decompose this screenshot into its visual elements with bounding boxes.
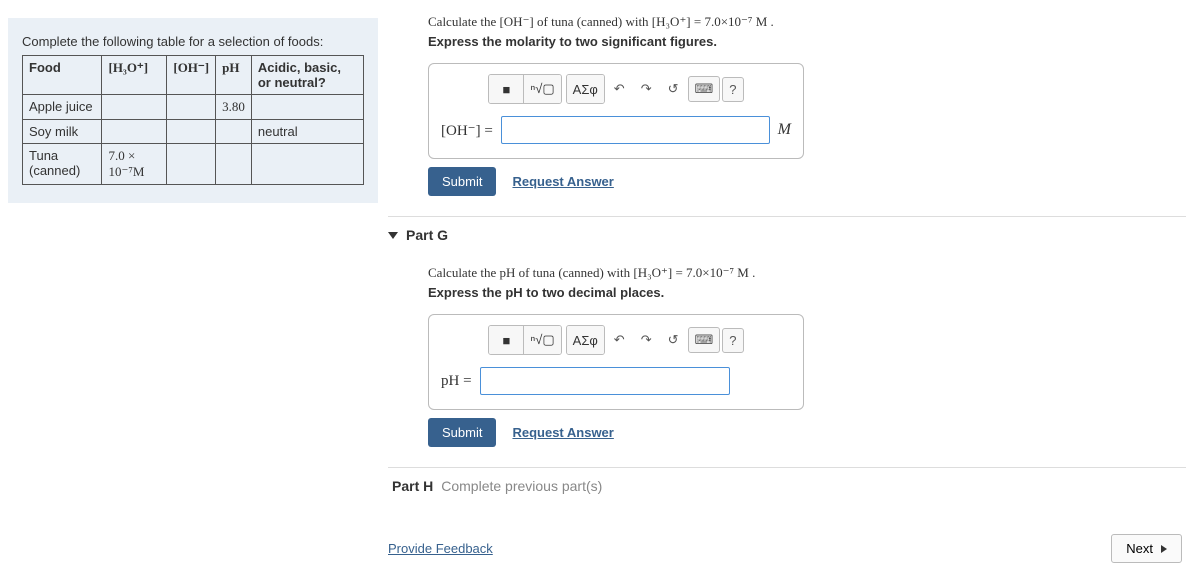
col-food: Food [23, 56, 102, 95]
parth-header: Part H Complete previous part(s) [388, 467, 1186, 504]
partg-answer-box: ■ ⁿ√▢ ΑΣφ ↶ ↷ ↺ ⌨ ? pH = [428, 314, 804, 410]
partg-instruction: Express the pH to two decimal places. [428, 285, 1186, 300]
templates-button[interactable]: ■ [489, 75, 523, 103]
provide-feedback-link[interactable]: Provide Feedback [388, 541, 493, 556]
table-row: Apple juice 3.80 [23, 95, 364, 120]
chevron-down-icon [388, 232, 398, 239]
partf-answer-box: ■ ⁿ√▢ ΑΣφ ↶ ↷ ↺ ⌨ ? [OH⁻] = M [428, 63, 804, 159]
keyboard-button[interactable]: ⌨ [688, 76, 721, 102]
table-caption: Complete the following table for a selec… [22, 34, 364, 49]
keyboard-button[interactable]: ⌨ [688, 327, 721, 353]
question-panel: Calculate the [OH⁻] of tuna (canned) wit… [378, 0, 1200, 573]
col-oh: [OH⁻] [167, 56, 216, 95]
col-abn: Acidic, basic, or neutral? [251, 56, 363, 95]
partf-answer-input[interactable] [501, 116, 770, 144]
partg-header[interactable]: Part G [388, 216, 1186, 253]
partg-request-answer-link[interactable]: Request Answer [512, 425, 613, 440]
partg-answer-input[interactable] [480, 367, 730, 395]
partf-request-answer-link[interactable]: Request Answer [512, 174, 613, 189]
sqrt-button[interactable]: ⁿ√▢ [523, 75, 560, 103]
partg-submit-button[interactable]: Submit [428, 418, 496, 447]
greek-button[interactable]: ΑΣφ [567, 326, 604, 354]
partg-answer-label: pH = [441, 373, 472, 390]
parth-note: Complete previous part(s) [441, 478, 602, 494]
help-button[interactable]: ? [722, 77, 743, 102]
redo-button[interactable]: ↷ [634, 76, 659, 102]
reference-table-panel: Complete the following table for a selec… [8, 18, 378, 203]
partg-title: Part G [406, 227, 448, 243]
undo-button[interactable]: ↶ [607, 76, 632, 102]
sqrt-button[interactable]: ⁿ√▢ [523, 326, 560, 354]
table-row: Tuna (canned) 7.0 × 10⁻⁷M [23, 144, 364, 185]
partf-prompt: Calculate the [OH⁻] of tuna (canned) wit… [428, 14, 1186, 30]
partf-answer-label: [OH⁻] = [441, 121, 493, 140]
next-button[interactable]: Next [1111, 534, 1182, 563]
redo-button[interactable]: ↷ [634, 327, 659, 353]
templates-button[interactable]: ■ [489, 326, 523, 354]
partf-submit-button[interactable]: Submit [428, 167, 496, 196]
col-ph: pH [216, 56, 252, 95]
partg-prompt: Calculate the pH of tuna (canned) with [… [428, 265, 1186, 281]
partf-instruction: Express the molarity to two significant … [428, 34, 1186, 49]
col-h3o: [H₃O⁺] [102, 56, 167, 95]
food-table: Food [H₃O⁺] [OH⁻] pH Acidic, basic, or n… [22, 55, 364, 185]
table-row: Soy milk neutral [23, 120, 364, 144]
equation-toolbar: ■ ⁿ√▢ ΑΣφ ↶ ↷ ↺ ⌨ ? [441, 74, 791, 104]
help-button[interactable]: ? [722, 328, 743, 353]
greek-button[interactable]: ΑΣφ [567, 75, 604, 103]
equation-toolbar: ■ ⁿ√▢ ΑΣφ ↶ ↷ ↺ ⌨ ? [441, 325, 791, 355]
undo-button[interactable]: ↶ [607, 327, 632, 353]
reset-button[interactable]: ↺ [661, 327, 686, 353]
reset-button[interactable]: ↺ [661, 76, 686, 102]
parth-title: Part H [392, 478, 433, 494]
partf-answer-unit: M [778, 121, 791, 139]
